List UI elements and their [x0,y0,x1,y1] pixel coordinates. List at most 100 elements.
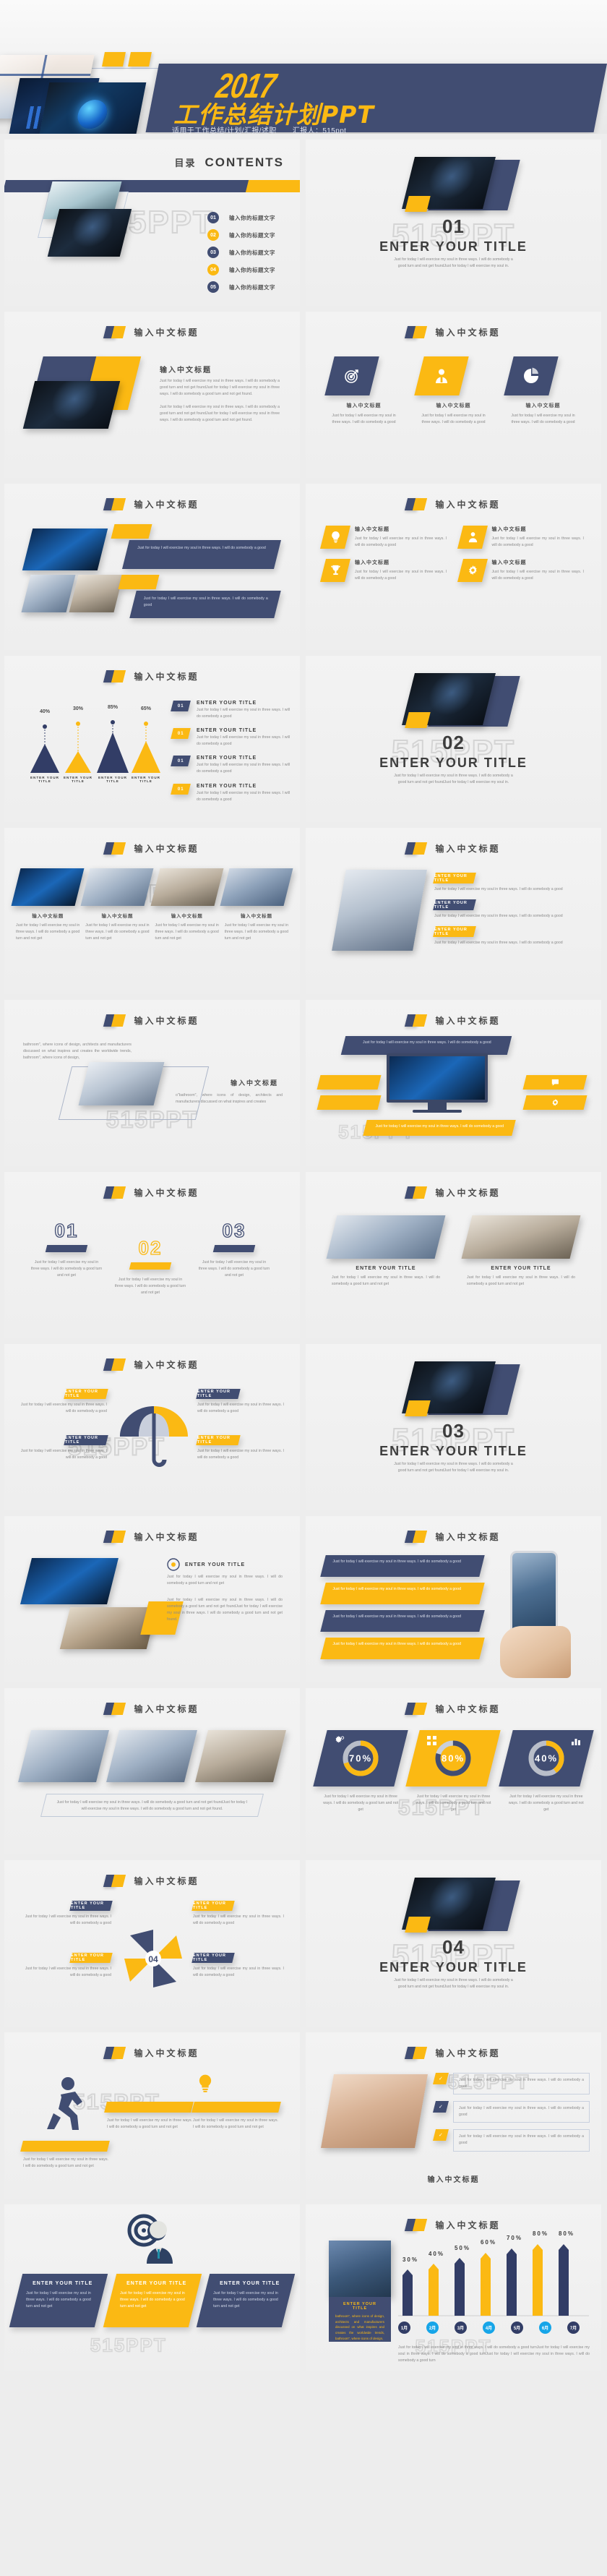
slide-donut-charts[interactable]: 515PPT 输入中文标题 70% 80% 40% Just for today… [306,1688,601,1854]
chart-legend-item[interactable]: 01 ENTER YOUR TITLE Just for today I will… [171,728,290,748]
pinwheel-item-3[interactable]: ENTER YOUR TITLE Just for today I will e… [191,1901,284,1927]
pinwheel-item-2[interactable]: ENTER YOUR TITLE Just for today I will e… [20,1953,113,1979]
slide-two-photo-cards[interactable]: 输入中文标题 ENTER YOUR TITLE Just for today I… [306,1172,601,1338]
slide-tablet-cards[interactable]: 输入中文标题 ENTER YOUR TITLE Just for today I… [306,828,601,994]
slide-outline-note[interactable]: 515PPT 输入中文标题 bathroom", where icons of … [4,1000,300,1166]
contents-item-05[interactable]: 05 输入你的标题文字 [207,281,275,293]
number-block-03[interactable]: 03 Just for today I will exercise my sou… [198,1219,270,1279]
legend-title: ENTER YOUR TITLE [197,701,257,706]
donut-desc-3: Just for today I will exercise my soul i… [508,1794,584,1813]
slide-numbers-123[interactable]: 输入中文标题 01 Just for today I will exercise… [4,1172,300,1338]
slide-section-01[interactable]: 515PPT 01 ENTER YOUR TITLE Just for toda… [306,140,601,306]
photo-card-3[interactable]: 输入中文标题 Just for today I will exercise my… [150,868,224,942]
slide-photo-text[interactable]: 输入中文标题 输入中文标题 Just for today I will exer… [4,312,300,478]
slide-section-02[interactable]: 515PPT 02 ENTER YOUR TITLE Just for toda… [306,656,601,822]
icon-card-3[interactable]: 输入中文标题 Just for today I will exercise my… [503,356,578,426]
contents-item-04[interactable]: 04 输入你的标题文字 [207,264,275,275]
header-parallelogram-icon [103,2047,126,2059]
slide-photo-pair[interactable]: 输入中文标题 ENTER YOUR TITLE Just for today I… [4,1516,300,1682]
slide-three-icons[interactable]: 输入中文标题 输入中文标题 Just for today I will exer… [306,312,601,478]
slide-phone-list[interactable]: 输入中文标题 Just for today I will exercise my… [306,1516,601,1682]
feature-item-4[interactable]: 输入中文标题 Just for today I will exercise my… [457,559,584,583]
photo-card-2[interactable]: 输入中文标题 Just for today I will exercise my… [80,868,154,942]
feature-item-1[interactable]: 输入中文标题 Just for today I will exercise my… [320,526,447,549]
umbrella-item-4[interactable]: ENTER YOUR TITLE Just for today I will e… [196,1435,284,1461]
pinwheel-item-4[interactable]: ENTER YOUR TITLE Just for today I will e… [191,1953,284,1979]
feature-item-3[interactable]: 输入中文标题 Just for today I will exercise my… [320,559,447,583]
gear-icon [551,1098,559,1107]
slide-four-photos[interactable]: 515PPT 输入中文标题 输入中文标题 Just for today I wi… [4,828,300,994]
tablet-list-item-1[interactable]: ✓ Just for today I will exercise my soul… [433,2073,590,2095]
avatar-card-1[interactable]: ENTER YOUR TITLE Just for today I will e… [9,2274,108,2327]
contents-item-01[interactable]: 01 输入你的标题文字 [207,212,275,223]
slide-triangle-chart[interactable]: 输入中文标题 40% 30% 85% 65% ENTER YOUR TITLE … [4,656,300,822]
umbrella-item-1[interactable]: ENTER YOUR TITLE Just for today I will e… [20,1389,108,1415]
photo-card-4[interactable]: 输入中文标题 Just for today I will exercise my… [220,868,293,942]
team-photo-3 [194,1730,286,1782]
contents-photo-man [47,209,132,257]
umbrella-item-3[interactable]: ENTER YOUR TITLE Just for today I will e… [196,1389,284,1415]
pair-text-1: ENTER YOUR TITLE Just for today I will e… [167,1558,283,1587]
section-yellow-shape [405,1400,431,1416]
slide-contents[interactable]: 515PPT 目录 CONTENTS 01 输入你的标题文字 02 输入你的标题… [4,140,300,306]
donut-card-2[interactable]: 80% [405,1730,501,1786]
donut-desc-2: Just for today I will exercise my soul i… [416,1794,491,1813]
circle-icon [167,1558,180,1571]
chart-legend-item[interactable]: 01 ENTER YOUR TITLE Just for today I will… [171,783,290,803]
phone-list-row-1[interactable]: Just for today I will exercise my soul i… [320,1555,485,1577]
bars-icon [571,1736,581,1746]
number-block-02[interactable]: 02 Just for today I will exercise my sou… [114,1236,186,1296]
phone-list-row-4[interactable]: Just for today I will exercise my soul i… [320,1638,485,1659]
tablet-card-1[interactable]: ENTER YOUR TITLE Just for today I will e… [433,873,590,893]
icon-card-1[interactable]: 输入中文标题 Just for today I will exercise my… [324,356,399,426]
bulb-icon [330,531,341,543]
tablet-list-item-2[interactable]: ✓ Just for today I will exercise my soul… [433,2101,590,2123]
row-text: Just for today I will exercise my soul i… [332,1587,461,1591]
slide-title: 输入中文标题 [134,1704,199,1714]
slide-header: 输入中文标题 [4,1014,300,1027]
photo-card-left[interactable]: ENTER YOUR TITLE Just for today I will e… [326,1215,446,1288]
photo-card-desc: Just for today I will exercise my soul i… [332,1275,440,1287]
tablet-card-3[interactable]: ENTER YOUR TITLE Just for today I will e… [433,926,590,946]
number-block-01[interactable]: 01 Just for today I will exercise my sou… [30,1219,103,1279]
slide-avatar-cards[interactable]: 515PPT ENTER YOUR TITLE Just for today I… [4,2204,300,2371]
slide-umbrella-infographic[interactable]: 515PPT 输入中文标题 ENTER YOUR TITLE Just for … [4,1344,300,1510]
chart-legend-item[interactable]: 01 ENTER YOUR TITLE Just for today I will… [171,701,290,720]
slide-photo-stack[interactable]: 输入中文标题 Just for today I will exercise my… [4,484,300,650]
feature-item-2[interactable]: 输入中文标题 Just for today I will exercise my… [457,526,584,549]
contents-item-03[interactable]: 03 输入你的标题文字 [207,247,275,258]
list-item-desc: Just for today I will exercise my soul i… [459,2106,584,2118]
photo-card-1[interactable]: 输入中文标题 Just for today I will exercise my… [11,868,85,942]
slide-monitor[interactable]: 515PPT 输入中文标题 Just for today I will exer… [306,1000,601,1166]
slide-three-team-photos[interactable]: 输入中文标题 Just for today I will exercise my… [4,1688,300,1854]
umbrella-item-2[interactable]: ENTER YOUR TITLE Just for today I will e… [20,1435,108,1461]
avatar-card-2[interactable]: ENTER YOUR TITLE Just for today I will e… [103,2274,202,2327]
photo-card-desc: Just for today I will exercise my soul i… [224,923,288,941]
phone-list-row-2[interactable]: Just for today I will exercise my soul i… [320,1583,485,1604]
pinwheel-item-1[interactable]: ENTER YOUR TITLE Just for today I will e… [20,1901,113,1927]
feature-label: 输入中文标题 [491,527,527,532]
chart-legend-item[interactable]: 01 ENTER YOUR TITLE Just for today I will… [171,756,290,775]
contents-item-number: 03 [207,247,219,258]
month-tick: 1月 [398,2322,410,2334]
photo-card-right[interactable]: ENTER YOUR TITLE Just for today I will e… [461,1215,581,1288]
slide-months-bar-chart[interactable]: 515PPT 输入中文标题 ENTER YOUR TITLE bathroom"… [306,2204,601,2371]
header-parallelogram-icon [405,498,428,510]
contents-item-02[interactable]: 02 输入你的标题文字 [207,229,275,241]
donut-card-1[interactable]: 70% [313,1730,409,1786]
contents-item-number: 01 [207,212,219,223]
avatar-card-3[interactable]: ENTER YOUR TITLE Just for today I will e… [197,2274,296,2327]
slide-tablet-list[interactable]: 515PPT 输入中文标题 ✓ Just for today I will ex… [306,2032,601,2199]
slide-runner[interactable]: 515PPT 输入中文标题 Just for today I will exer… [4,2032,300,2199]
donut-card-3[interactable]: 40% [498,1730,594,1786]
tablet-card-2[interactable]: ENTER YOUR TITLE Just for today I will e… [433,899,590,920]
tablet-list-item-3[interactable]: ✓ Just for today I will exercise my soul… [433,2129,590,2152]
slide-section-04[interactable]: 515PPT 04 ENTER YOUR TITLE Just for toda… [306,1860,601,2027]
phone-list-row-3[interactable]: Just for today I will exercise my soul i… [320,1610,485,1632]
header-parallelogram-icon [405,1531,428,1543]
slide-title: 输入中文标题 [435,1532,501,1542]
slide-section-03[interactable]: 515PPT 03 ENTER YOUR TITLE Just for toda… [306,1344,601,1510]
slide-pinwheel[interactable]: 输入中文标题 04 ENTER YOUR TITLE Just for toda… [4,1860,300,2027]
slide-four-icons[interactable]: 输入中文标题 输入中文标题 Just for today I will exer… [306,484,601,650]
icon-card-2[interactable]: 输入中文标题 Just for today I will exercise my… [413,356,488,426]
